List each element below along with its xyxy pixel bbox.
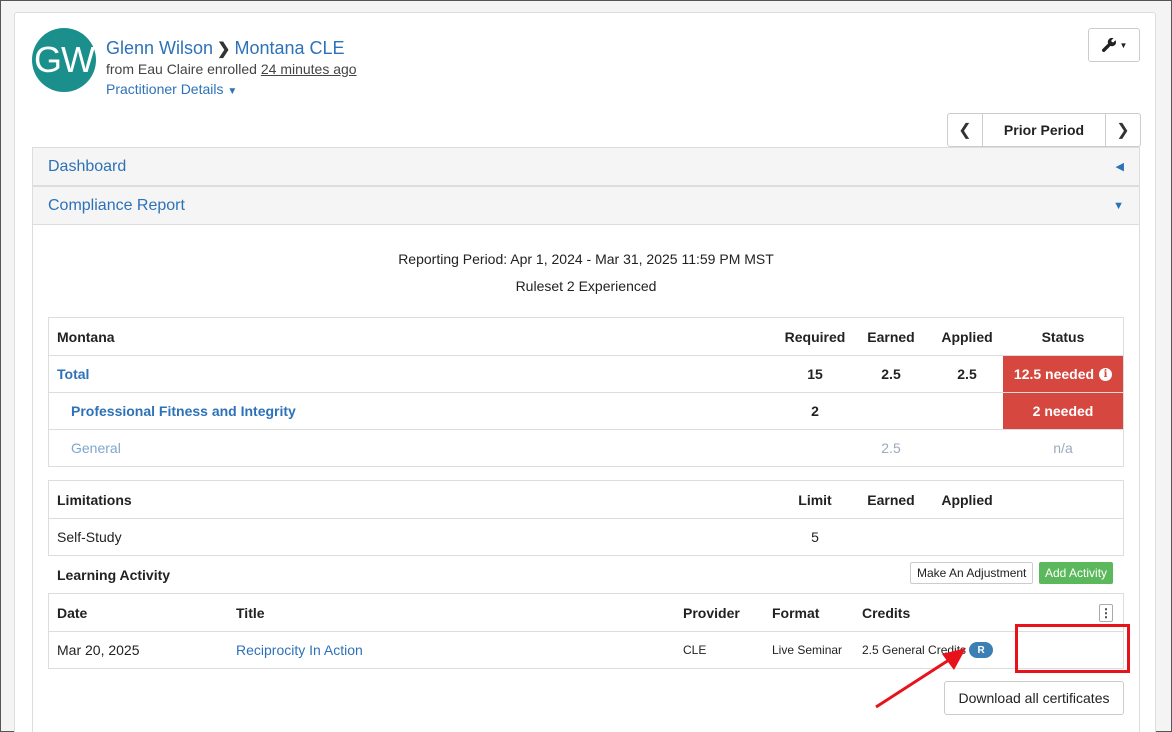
wrench-icon	[1101, 37, 1116, 53]
practitioner-details-label: Practitioner Details	[106, 81, 224, 97]
requirement-link[interactable]: Total	[57, 356, 89, 392]
activity-date: Mar 20, 2025	[57, 642, 140, 658]
activity-provider: CLE	[683, 643, 707, 657]
requirements-table: Montana Required Earned Applied Status T…	[48, 317, 1124, 467]
requirement-link[interactable]: General	[71, 430, 121, 466]
col-header-title: Title	[236, 604, 265, 621]
reporting-period: Reporting Period: Apr 1, 2024 - Mar 31, …	[398, 251, 774, 267]
table-header-row: Date Title Provider Format Credits ⋮	[49, 594, 1123, 631]
status-badge: 12.5 needed i	[1003, 356, 1123, 392]
applied-value	[929, 393, 1005, 429]
earned-value: 2.5	[881, 366, 901, 382]
avatar: GW	[32, 28, 96, 92]
status-badge: 2 needed	[1003, 393, 1123, 429]
col-header-status: Status	[1041, 328, 1085, 345]
activity-format: Live Seminar	[772, 643, 843, 657]
chevron-right-icon: ❯	[1116, 122, 1130, 139]
chevron-left-icon: ❮	[958, 122, 972, 139]
earned-value	[853, 393, 929, 429]
chevron-right-icon: ❯	[217, 40, 231, 58]
requirement-link[interactable]: Professional Fitness and Integrity	[71, 393, 296, 429]
next-period-button[interactable]: ❯	[1106, 114, 1140, 146]
annotation-highlight-box	[1015, 624, 1130, 673]
limit-value: 5	[811, 529, 819, 545]
table-row: Self-Study 5	[49, 518, 1123, 555]
ruleset: Ruleset 2 Experienced	[515, 278, 657, 294]
required-value	[777, 430, 853, 466]
enrolled-time: 24 minutes ago	[260, 61, 357, 77]
col-header-name: Montana	[57, 328, 115, 345]
table-row: Professional Fitness and Integrity 2 2 n…	[49, 392, 1123, 429]
caret-down-icon: ▼	[1119, 40, 1128, 50]
compliance-panel-header[interactable]: Compliance Report ▼	[32, 186, 1140, 225]
col-header-format: Format	[772, 604, 820, 621]
info-icon[interactable]: i	[1099, 367, 1113, 381]
caret-down-icon: ▼	[1113, 199, 1124, 212]
enrollment-info: from Eau Claire enrolled 24 minutes ago	[106, 61, 357, 77]
col-header-credits: Credits	[862, 604, 911, 621]
program-link[interactable]: Montana CLE	[234, 38, 344, 59]
col-header-applied: Applied	[941, 491, 993, 508]
col-header-earned: Earned	[867, 328, 915, 345]
download-certificates-button[interactable]: Download all certificates	[944, 681, 1124, 715]
required-value: 2	[811, 403, 819, 419]
col-header-provider: Provider	[683, 604, 740, 621]
enrolled-prefix: from Eau Claire enrolled	[106, 61, 257, 77]
previous-period-button[interactable]: ❮	[948, 114, 982, 146]
table-row: General 2.5 n/a	[49, 429, 1123, 466]
col-header-date: Date	[57, 604, 88, 621]
col-header-limit: Limit	[798, 491, 832, 508]
table-header-row: Montana Required Earned Applied Status	[49, 318, 1123, 355]
applied-value	[929, 519, 1005, 555]
caret-down-icon: ▼	[227, 86, 238, 97]
make-adjustment-button[interactable]: Make An Adjustment	[910, 562, 1034, 584]
dashboard-panel-header[interactable]: Dashboard ◀	[32, 147, 1140, 186]
applied-value	[929, 430, 1005, 466]
caret-left-icon: ◀	[1115, 161, 1124, 173]
add-activity-button[interactable]: Add Activity	[1039, 562, 1114, 584]
status-text: n/a	[1053, 440, 1073, 456]
table-row: Total 15 2.5 2.5 12.5 needed i	[49, 355, 1123, 392]
page-title: Glenn Wilson ❯ Montana CLE	[106, 38, 345, 59]
kebab-menu-icon: ⋮	[1099, 603, 1113, 622]
col-header-applied: Applied	[941, 328, 993, 345]
period-label[interactable]: Prior Period	[982, 114, 1106, 146]
earned-value	[853, 519, 929, 555]
compliance-title: Compliance Report	[48, 196, 185, 214]
status-text: 12.5 needed	[1013, 366, 1095, 382]
tools-dropdown-button[interactable]: ▼	[1088, 28, 1140, 62]
col-header-required: Required	[784, 328, 846, 345]
practitioner-name-link[interactable]: Glenn Wilson	[106, 38, 213, 59]
practitioner-details-toggle[interactable]: Practitioner Details ▼	[106, 81, 237, 97]
earned-value: 2.5	[881, 440, 901, 456]
limitation-name: Self-Study	[57, 529, 122, 545]
required-value: 15	[807, 366, 823, 382]
learning-activity-label: Learning Activity	[57, 567, 171, 583]
col-header-earned: Earned	[867, 491, 915, 508]
limitations-table: Limitations Limit Earned Applied Self-St…	[48, 480, 1124, 556]
dashboard-title: Dashboard	[48, 157, 127, 175]
activity-title-link[interactable]: Reciprocity In Action	[236, 632, 363, 668]
period-navigation: ❮ Prior Period ❯	[947, 113, 1141, 147]
col-header-limitations: Limitations	[57, 491, 132, 508]
table-header-row: Limitations Limit Earned Applied	[49, 481, 1123, 518]
applied-value: 2.5	[957, 366, 977, 382]
